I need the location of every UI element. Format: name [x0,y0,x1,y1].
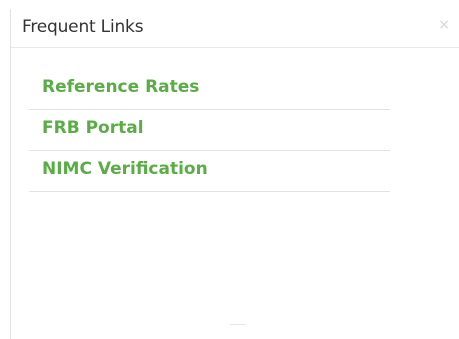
links-list: Reference Rates FRB Portal NIMC Verifica… [29,70,390,193]
link-nimc-verification[interactable]: NIMC Verification [29,152,390,179]
list-item: NIMC Verification [29,152,390,192]
panel-header: Frequent Links × [11,9,459,48]
panel-title: Frequent Links [22,17,144,37]
frequent-links-panel: Frequent Links × Reference Rates FRB Por… [10,9,459,339]
list-item: FRB Portal [29,111,390,151]
list-item: Reference Rates [29,70,390,110]
close-icon[interactable]: × [438,18,450,32]
link-reference-rates[interactable]: Reference Rates [29,70,390,97]
link-frb-portal[interactable]: FRB Portal [29,111,390,138]
resize-handle[interactable] [230,324,246,325]
